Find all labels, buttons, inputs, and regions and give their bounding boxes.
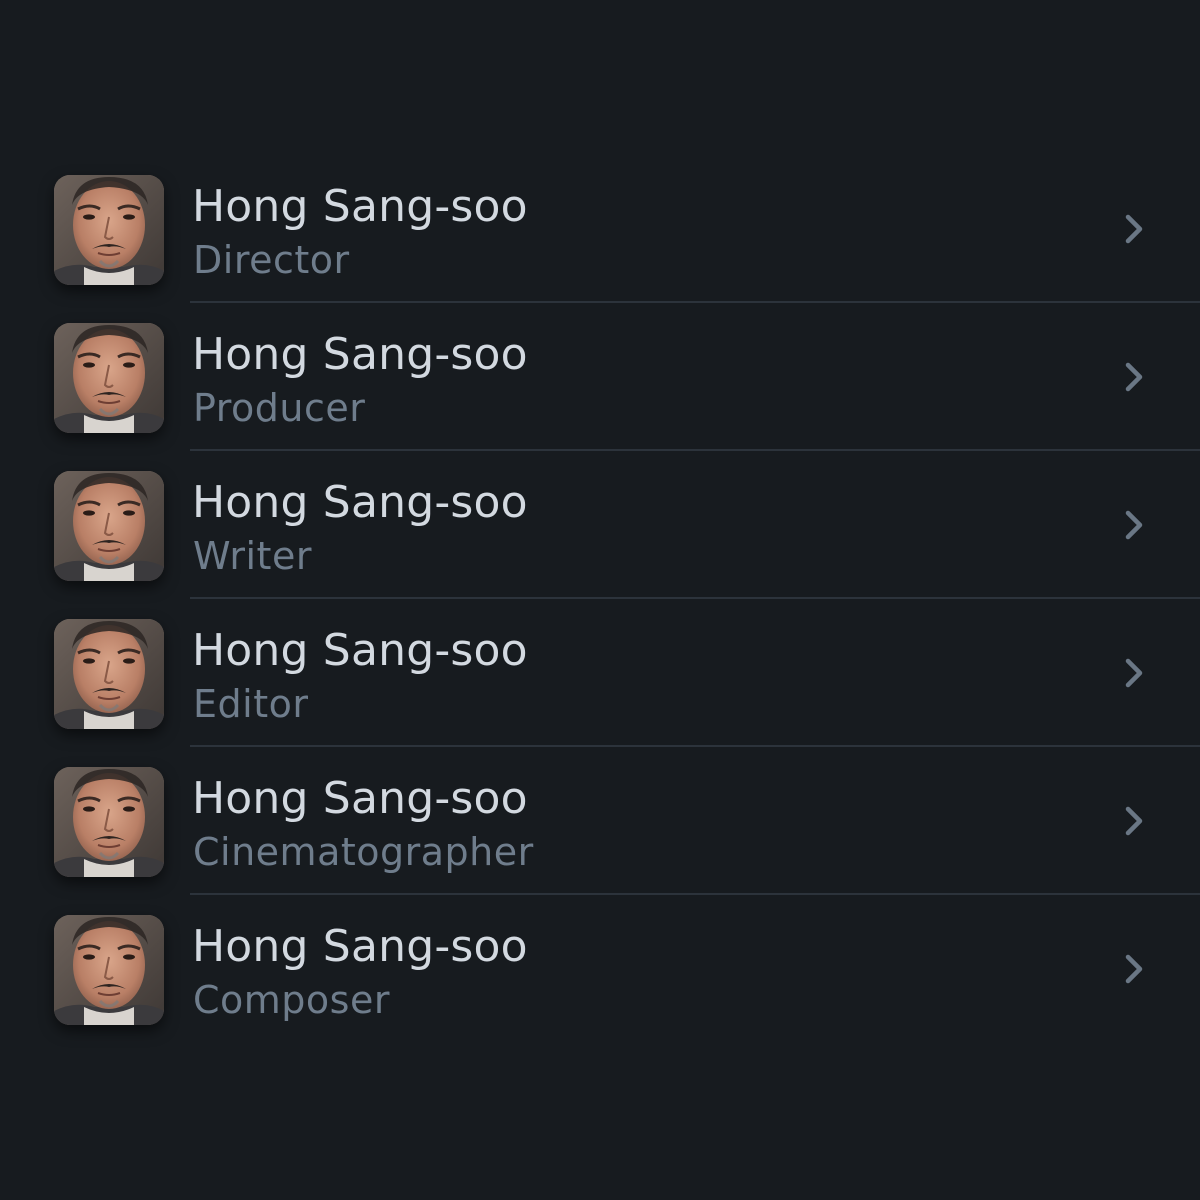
crew-row-composer[interactable]: Hong Sang-soo Composer — [0, 895, 1200, 1043]
crew-role: Producer — [193, 386, 366, 430]
avatar — [54, 175, 164, 285]
avatar — [54, 767, 164, 877]
avatar — [54, 323, 164, 433]
crew-row-cinematographer[interactable]: Hong Sang-soo Cinematographer — [0, 747, 1200, 895]
chevron-right-icon[interactable] — [1118, 949, 1150, 989]
crew-name: Hong Sang-soo — [192, 625, 528, 676]
crew-row-director[interactable]: Hong Sang-soo Director — [0, 155, 1200, 303]
crew-name: Hong Sang-soo — [192, 181, 528, 232]
crew-role: Editor — [193, 682, 309, 726]
crew-row-editor[interactable]: Hong Sang-soo Editor — [0, 599, 1200, 747]
crew-role: Cinematographer — [193, 830, 534, 874]
crew-role: Composer — [193, 978, 390, 1022]
avatar — [54, 471, 164, 581]
crew-name: Hong Sang-soo — [192, 329, 528, 380]
chevron-right-icon[interactable] — [1118, 357, 1150, 397]
crew-role: Director — [193, 238, 350, 282]
crew-list: Hong Sang-soo Director Hong Sang-soo Pro… — [0, 155, 1200, 1043]
chevron-right-icon[interactable] — [1118, 653, 1150, 693]
crew-row-writer[interactable]: Hong Sang-soo Writer — [0, 451, 1200, 599]
crew-row-producer[interactable]: Hong Sang-soo Producer — [0, 303, 1200, 451]
crew-name: Hong Sang-soo — [192, 921, 528, 972]
crew-role: Writer — [193, 534, 312, 578]
chevron-right-icon[interactable] — [1118, 505, 1150, 545]
chevron-right-icon[interactable] — [1118, 209, 1150, 249]
avatar — [54, 619, 164, 729]
chevron-right-icon[interactable] — [1118, 801, 1150, 841]
avatar — [54, 915, 164, 1025]
crew-name: Hong Sang-soo — [192, 773, 528, 824]
crew-screen: Hong Sang-soo Director Hong Sang-soo Pro… — [0, 0, 1200, 1200]
crew-name: Hong Sang-soo — [192, 477, 528, 528]
